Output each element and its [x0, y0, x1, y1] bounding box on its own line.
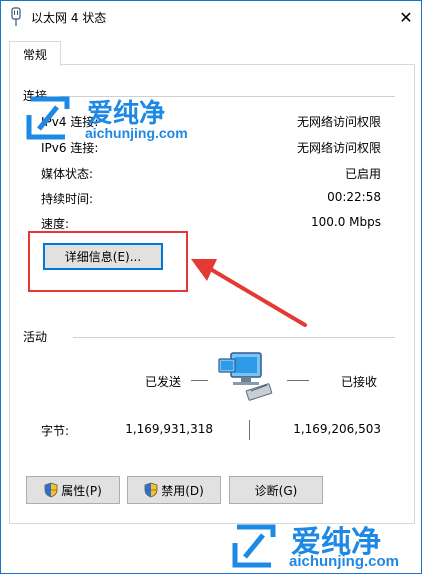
diagnose-button[interactable]: 诊断(G)	[229, 476, 323, 504]
bytes-sent-value: 1,169,931,318	[125, 422, 213, 436]
uac-shield-icon	[44, 482, 58, 498]
media-state-label: 媒体状态:	[41, 167, 94, 181]
duration-value: 00:22:58	[327, 190, 381, 204]
watermark-top: 爱纯净 aichunjing.com	[21, 91, 201, 147]
bytes-label: 字节:	[41, 424, 70, 438]
tab-strip: 常规	[9, 41, 413, 66]
ipv4-value: 无网络访问权限	[296, 115, 381, 129]
duration-label: 持续时间:	[41, 192, 94, 206]
tab-general[interactable]: 常规	[9, 41, 61, 66]
uac-shield-icon	[144, 482, 158, 498]
network-computers-icon	[218, 352, 273, 401]
title-bar[interactable]: 以太网 4 状态 ✕	[1, 1, 421, 33]
window-title: 以太网 4 状态	[31, 11, 107, 25]
network-status-window: 以太网 4 状态 ✕ 常规 连接 IPv4 连接: 无网络访问权限 IPv6 连…	[0, 0, 422, 574]
network-adapter-icon	[11, 7, 21, 26]
speed-value: 100.0 Mbps	[310, 215, 381, 229]
ipv6-value: 无网络访问权限	[296, 141, 381, 155]
activity-divider	[73, 337, 395, 338]
watermark-url: aichunjing.com	[85, 125, 188, 141]
disable-button[interactable]: 禁用(D)	[127, 476, 221, 504]
watermark-logo-icon	[26, 96, 70, 140]
activity-section-label: 活动	[23, 330, 48, 344]
close-icon: ✕	[399, 7, 413, 27]
bytes-received-value: 1,169,206,503	[293, 422, 381, 436]
details-button[interactable]: 详细信息(E)...	[43, 243, 163, 270]
watermark-logo-icon	[232, 524, 276, 568]
close-button[interactable]: ✕	[393, 5, 419, 29]
properties-button-label: 属性(P)	[61, 483, 102, 498]
media-state-value: 已启用	[344, 167, 381, 181]
disable-button-label: 禁用(D)	[161, 483, 204, 498]
sent-label: 已发送	[145, 375, 182, 389]
received-label: 已接收	[341, 375, 378, 389]
highlight-arrow-icon	[191, 259, 307, 327]
bytes-separator	[249, 420, 250, 440]
properties-button[interactable]: 属性(P)	[26, 476, 120, 504]
diagnose-button-label: 诊断(G)	[254, 483, 298, 498]
sent-dash	[191, 380, 208, 381]
speed-label: 速度:	[41, 217, 70, 231]
received-dash	[287, 380, 309, 381]
watermark-bottom: 爱纯净 aichunjing.com	[223, 517, 419, 571]
watermark-url: aichunjing.com	[289, 553, 400, 570]
